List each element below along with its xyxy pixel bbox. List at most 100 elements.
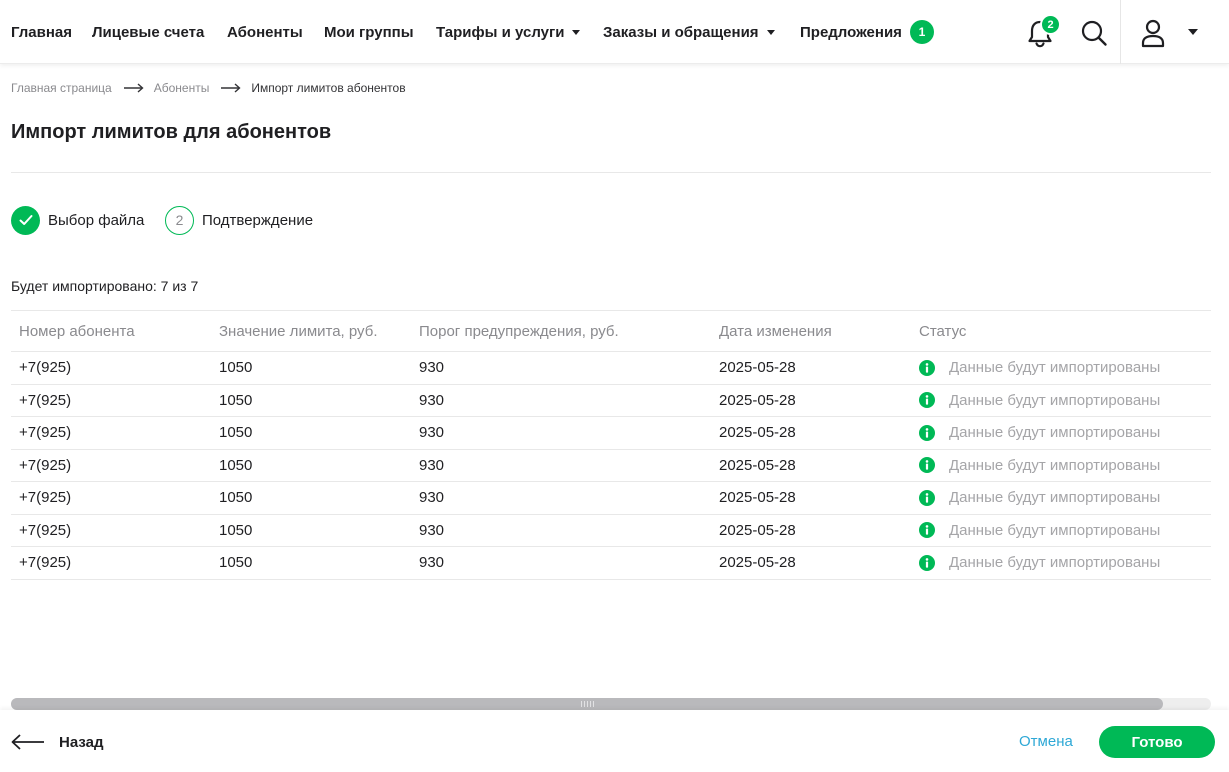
step-number: 2 bbox=[165, 205, 194, 235]
column-header-threshold: Порог предупреждения, руб. bbox=[419, 322, 619, 340]
cell-status: Данные будут импортированы bbox=[911, 489, 1211, 506]
chevron-down-icon bbox=[572, 29, 581, 35]
nav-item-label: Лицевые счета bbox=[92, 23, 205, 41]
arrow-right-icon bbox=[123, 83, 144, 93]
nav-item-orders[interactable]: Заказы и обращения bbox=[603, 22, 775, 42]
info-icon bbox=[919, 424, 935, 441]
nav-item-label: Абоненты bbox=[227, 23, 303, 41]
cell-threshold: 930 bbox=[419, 456, 445, 474]
column-header-limit: Значение лимита, руб. bbox=[219, 322, 378, 340]
cell-limit: 1050 bbox=[219, 489, 253, 507]
nav-item-subscribers[interactable]: Абоненты bbox=[227, 22, 303, 42]
step-label: Подтверждение bbox=[202, 211, 314, 229]
info-icon bbox=[919, 457, 935, 474]
nav-item-label: Тарифы и услуги bbox=[436, 23, 565, 41]
info-icon bbox=[919, 392, 935, 409]
cell-limit: 1050 bbox=[219, 554, 253, 572]
horizontal-scrollbar[interactable] bbox=[11, 698, 1211, 710]
scrollbar-thumb[interactable] bbox=[11, 698, 1163, 710]
nav-item-label: Главная bbox=[11, 23, 73, 41]
cell-status: Данные будут импортированы bbox=[911, 392, 1211, 409]
table-header: Номер абонента Значение лимита, руб. Пор… bbox=[11, 311, 1211, 352]
footer-actions: Назад Отмена Готово bbox=[0, 710, 1229, 772]
info-icon bbox=[919, 522, 935, 539]
table-row: +7(925) 1050 930 2025-05-28 Данные будут имп… bbox=[11, 352, 1211, 385]
title-divider bbox=[11, 172, 1211, 173]
cell-date: 2025-05-28 bbox=[719, 391, 796, 409]
cell-date: 2025-05-28 bbox=[719, 359, 796, 377]
breadcrumb-item-home[interactable]: Главная страница bbox=[11, 81, 112, 95]
nav-item-home[interactable]: Главная bbox=[11, 22, 72, 42]
chevron-down-icon bbox=[766, 29, 775, 35]
arrow-right-icon bbox=[221, 83, 241, 93]
status-text: Данные будут импортированы bbox=[949, 359, 1161, 377]
cell-status: Данные будут импортированы bbox=[911, 424, 1211, 441]
search-icon[interactable] bbox=[1080, 19, 1108, 47]
back-button-label: Назад bbox=[59, 733, 104, 751]
breadcrumb-item-current: Импорт лимитов абонентов bbox=[251, 81, 406, 95]
cell-status: Данные будут импортированы bbox=[911, 457, 1211, 474]
status-text: Данные будут импортированы bbox=[949, 424, 1161, 442]
status-text: Данные будут импортированы bbox=[949, 554, 1161, 572]
cancel-button[interactable]: Отмена bbox=[1019, 733, 1073, 750]
cell-threshold: 930 bbox=[419, 554, 445, 572]
breadcrumb-item-subscribers[interactable]: Абоненты bbox=[154, 81, 210, 95]
cell-date: 2025-05-28 bbox=[719, 521, 796, 539]
page-title: Импорт лимитов для абонентов bbox=[11, 121, 332, 143]
step-label: Выбор файла bbox=[48, 211, 145, 229]
cell-limit: 1050 bbox=[219, 359, 253, 377]
nav-item-my-groups[interactable]: Мои группы bbox=[324, 22, 414, 42]
check-icon bbox=[19, 215, 32, 225]
grip-icon bbox=[581, 701, 595, 707]
info-icon bbox=[919, 489, 935, 506]
nav-item-label: Заказы и обращения bbox=[603, 23, 759, 41]
cell-date: 2025-05-28 bbox=[719, 554, 796, 572]
column-header-status: Статус bbox=[919, 322, 967, 340]
nav-item-label: Предложения bbox=[800, 23, 902, 41]
cell-threshold: 930 bbox=[419, 424, 445, 442]
info-icon bbox=[919, 359, 935, 376]
cell-threshold: 930 bbox=[419, 359, 445, 377]
nav-divider bbox=[1120, 0, 1121, 64]
table-body: +7(925) 1050 930 2025-05-28 Данные будут имп… bbox=[11, 352, 1211, 580]
status-text: Данные будут импортированы bbox=[949, 489, 1161, 507]
import-preview-table: Номер абонента Значение лимита, руб. Пор… bbox=[11, 310, 1211, 580]
cell-limit: 1050 bbox=[219, 391, 253, 409]
status-text: Данные будут импортированы bbox=[949, 456, 1161, 474]
cell-limit: 1050 bbox=[219, 424, 253, 442]
table-row: +7(925) 1050 930 2025-05-28 Данные будут имп… bbox=[11, 482, 1211, 515]
cell-phone: +7(925) bbox=[19, 554, 72, 572]
column-header-date: Дата изменения bbox=[719, 322, 832, 340]
top-navigation: Главная Лицевые счета Абоненты Мои групп… bbox=[0, 0, 1229, 64]
offers-count-badge: 1 bbox=[909, 20, 934, 44]
nav-item-tariffs[interactable]: Тарифы и услуги bbox=[436, 22, 581, 42]
cell-threshold: 930 bbox=[419, 521, 445, 539]
table-row: +7(925) 1050 930 2025-05-28 Данные будут имп… bbox=[11, 450, 1211, 482]
nav-item-accounts[interactable]: Лицевые счета bbox=[92, 22, 204, 42]
user-icon[interactable] bbox=[1140, 18, 1166, 48]
table-row: +7(925) 1050 930 2025-05-28 Данные будут имп… bbox=[11, 385, 1211, 417]
cell-phone: +7(925) bbox=[19, 424, 72, 442]
cell-phone: +7(925) bbox=[19, 489, 72, 507]
chevron-down-icon[interactable] bbox=[1188, 29, 1198, 35]
step-file-selection: Выбор файла bbox=[11, 205, 144, 235]
notifications-count-badge: 2 bbox=[1040, 14, 1061, 35]
cell-phone: +7(925) bbox=[19, 456, 72, 474]
cell-date: 2025-05-28 bbox=[719, 424, 796, 442]
cell-threshold: 930 bbox=[419, 489, 445, 507]
cell-date: 2025-05-28 bbox=[719, 456, 796, 474]
nav-item-offers[interactable]: Предложения 1 bbox=[800, 20, 934, 44]
column-header-phone: Номер абонента bbox=[19, 322, 135, 340]
cell-phone: +7(925) bbox=[19, 521, 72, 539]
info-icon bbox=[919, 554, 935, 571]
table-row: +7(925) 1050 930 2025-05-28 Данные будут имп… bbox=[11, 547, 1211, 580]
breadcrumb: Главная страница Абоненты Импорт лимитов… bbox=[11, 80, 406, 96]
cell-status: Данные будут импортированы bbox=[911, 359, 1211, 376]
back-button[interactable]: Назад bbox=[11, 732, 103, 752]
cell-date: 2025-05-28 bbox=[719, 489, 796, 507]
import-summary: Будет импортировано: 7 из 7 bbox=[11, 278, 199, 294]
cell-status: Данные будут импортированы bbox=[911, 522, 1211, 539]
table-row: +7(925) 1050 930 2025-05-28 Данные будут имп… bbox=[11, 515, 1211, 547]
table-row: +7(925) 1050 930 2025-05-28 Данные будут имп… bbox=[11, 417, 1211, 450]
done-button[interactable]: Готово bbox=[1099, 726, 1215, 758]
